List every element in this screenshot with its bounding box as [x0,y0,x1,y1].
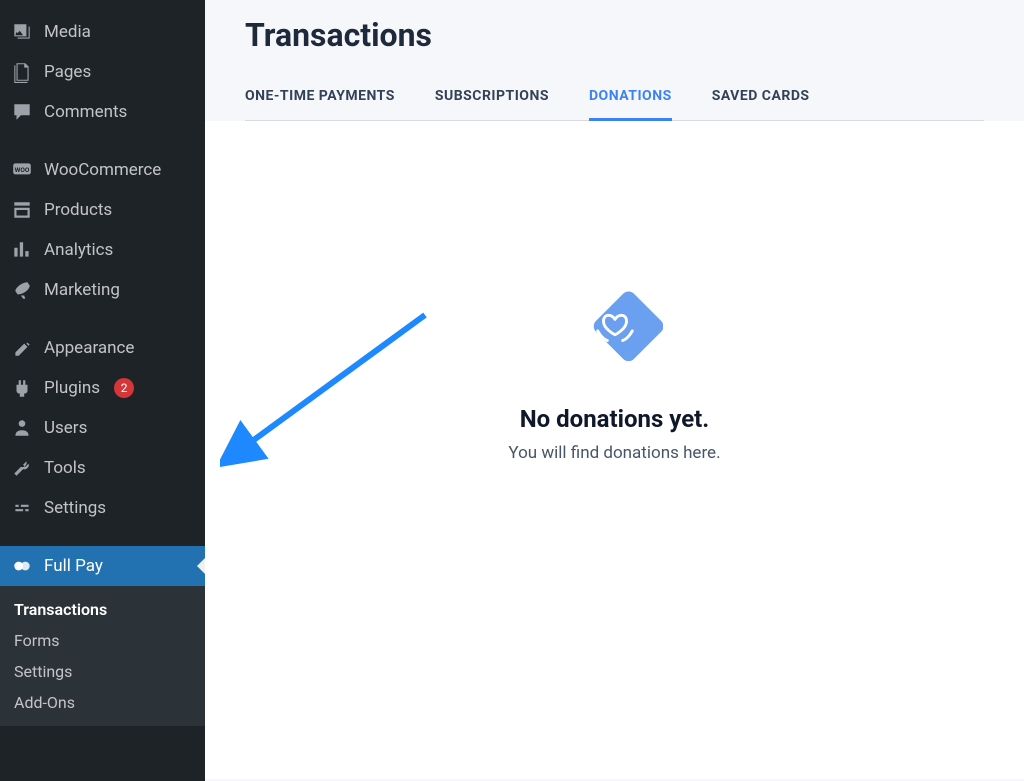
sidebar-item-label: WooCommerce [44,160,161,180]
products-icon [10,198,34,222]
page-header: Transactions ONE-TIME PAYMENTS SUBSCRIPT… [205,0,1024,121]
comments-icon [10,100,34,124]
sidebar-item-comments[interactable]: Comments [0,92,205,132]
fullpay-icon [10,554,34,578]
page-title: Transactions [245,16,984,54]
sidebar-item-label: Tools [44,458,86,478]
main-content: Transactions ONE-TIME PAYMENTS SUBSCRIPT… [205,0,1024,781]
sidebar-submenu: Transactions Forms Settings Add-Ons [0,586,205,726]
settings-icon [10,496,34,520]
media-icon [10,20,34,44]
submenu-item-settings[interactable]: Settings [0,656,205,687]
sidebar-item-woocommerce[interactable]: WOO WooCommerce [0,150,205,190]
sidebar-item-pages[interactable]: Pages [0,52,205,92]
sidebar-separator [0,528,205,546]
tools-icon [10,456,34,480]
sidebar-item-tools[interactable]: Tools [0,448,205,488]
content-area: No donations yet. You will find donation… [205,121,1024,779]
tabs: ONE-TIME PAYMENTS SUBSCRIPTIONS DONATION… [245,78,984,121]
sidebar-item-label: Appearance [44,338,134,358]
sidebar-item-label: Media [44,22,91,42]
sidebar-item-label: Users [44,418,87,438]
pages-icon [10,60,34,84]
sidebar-item-label: Full Pay [44,556,103,576]
marketing-icon [10,278,34,302]
woo-icon: WOO [10,158,34,182]
sidebar-item-label: Marketing [44,280,120,300]
analytics-icon [10,238,34,262]
admin-sidebar: Media Pages Comments WOO WooCommerce Pro… [0,0,205,781]
sidebar-item-analytics[interactable]: Analytics [0,230,205,270]
sidebar-item-media[interactable]: Media [0,12,205,52]
empty-state-subtitle: You will find donations here. [508,443,720,463]
sidebar-item-label: Analytics [44,240,113,260]
submenu-item-transactions[interactable]: Transactions [0,594,205,625]
plugins-icon [10,376,34,400]
tab-subscriptions[interactable]: SUBSCRIPTIONS [435,78,549,121]
sidebar-separator [0,132,205,150]
sidebar-item-settings[interactable]: Settings [0,488,205,528]
sidebar-item-marketing[interactable]: Marketing [0,270,205,310]
sidebar-item-label: Settings [44,498,106,518]
users-icon [10,416,34,440]
submenu-item-forms[interactable]: Forms [0,625,205,656]
tab-donations[interactable]: DONATIONS [589,78,672,121]
svg-text:WOO: WOO [15,166,30,174]
plugins-badge: 2 [114,378,134,398]
sidebar-separator [0,310,205,328]
sidebar-item-plugins[interactable]: Plugins 2 [0,368,205,408]
sidebar-item-appearance[interactable]: Appearance [0,328,205,368]
sidebar-item-products[interactable]: Products [0,190,205,230]
submenu-item-addons[interactable]: Add-Ons [0,687,205,718]
empty-state-title: No donations yet. [520,405,710,433]
sidebar-item-fullpay[interactable]: Full Pay [0,546,205,586]
donation-empty-icon [567,281,663,377]
tab-savedcards[interactable]: SAVED CARDS [712,78,810,121]
tab-onetime[interactable]: ONE-TIME PAYMENTS [245,78,395,121]
sidebar-item-label: Pages [44,62,91,82]
sidebar-item-label: Products [44,200,112,220]
sidebar-item-label: Plugins [44,378,100,398]
sidebar-item-label: Comments [44,102,127,122]
sidebar-item-users[interactable]: Users [0,408,205,448]
appearance-icon [10,336,34,360]
